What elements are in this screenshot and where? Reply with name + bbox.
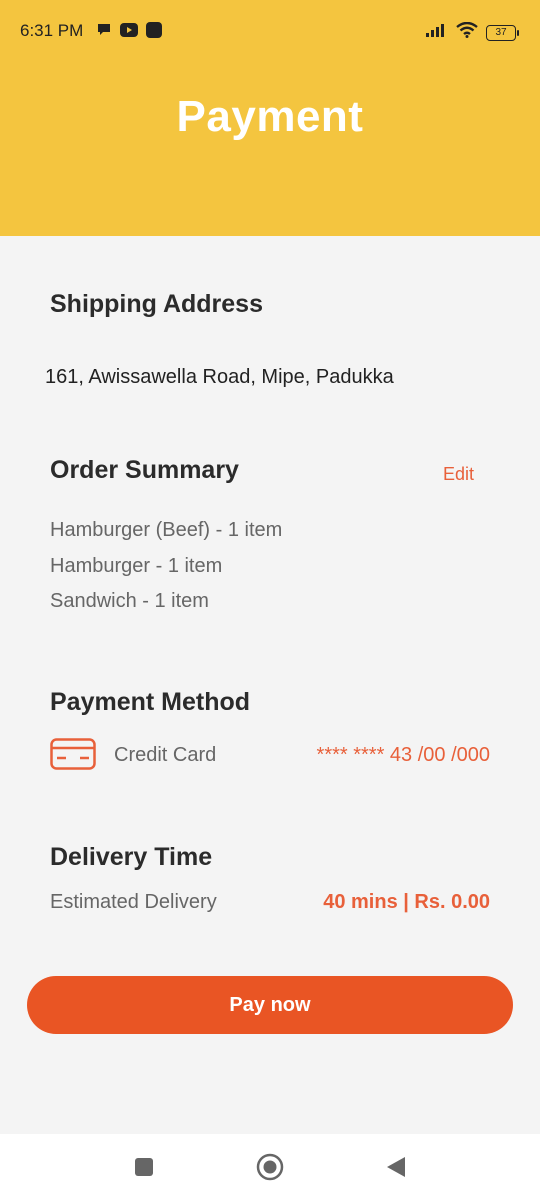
delivery-value: 40 mins | Rs. 0.00 <box>323 891 490 913</box>
navigation-bar <box>0 1134 540 1200</box>
home-icon[interactable] <box>255 1152 285 1182</box>
order-item: Sandwich - 1 item <box>50 590 209 612</box>
battery-icon: 37 <box>486 24 519 41</box>
credit-card-icon <box>50 738 96 770</box>
app-icon <box>146 22 162 43</box>
signal-icon <box>426 23 448 42</box>
pay-now-button[interactable]: Pay now <box>27 976 513 1034</box>
order-item: Hamburger (Beef) - 1 item <box>50 519 283 541</box>
status-bar: 6:31 PM 37 <box>0 0 540 64</box>
chat-icon <box>96 22 112 43</box>
delivery-time-title: Delivery Time <box>50 843 213 871</box>
shipping-address: 161, Awissawella Road, Mipe, Padukka <box>45 366 394 388</box>
page-title: Payment <box>176 92 364 141</box>
status-icons-right: 37 <box>426 21 519 43</box>
payment-method-label: Credit Card <box>114 744 217 766</box>
edit-order-link[interactable]: Edit <box>443 464 474 485</box>
youtube-icon <box>120 23 138 42</box>
recents-icon[interactable] <box>129 1152 159 1182</box>
status-icons-left <box>96 22 162 43</box>
status-time: 6:31 PM <box>20 21 84 40</box>
card-number: **** **** 43 /00 /000 <box>316 744 490 766</box>
back-icon[interactable] <box>381 1152 411 1182</box>
header: 6:31 PM 37 Payment <box>0 0 540 236</box>
payment-method-row[interactable]: Credit Card **** **** 43 /00 /000 <box>50 738 490 774</box>
payment-method-title: Payment Method <box>50 688 251 716</box>
shipping-title: Shipping Address <box>50 290 263 318</box>
wifi-icon <box>456 21 478 43</box>
delivery-label: Estimated Delivery <box>50 891 217 913</box>
order-summary-title: Order Summary <box>50 456 239 484</box>
order-item: Hamburger - 1 item <box>50 555 223 577</box>
